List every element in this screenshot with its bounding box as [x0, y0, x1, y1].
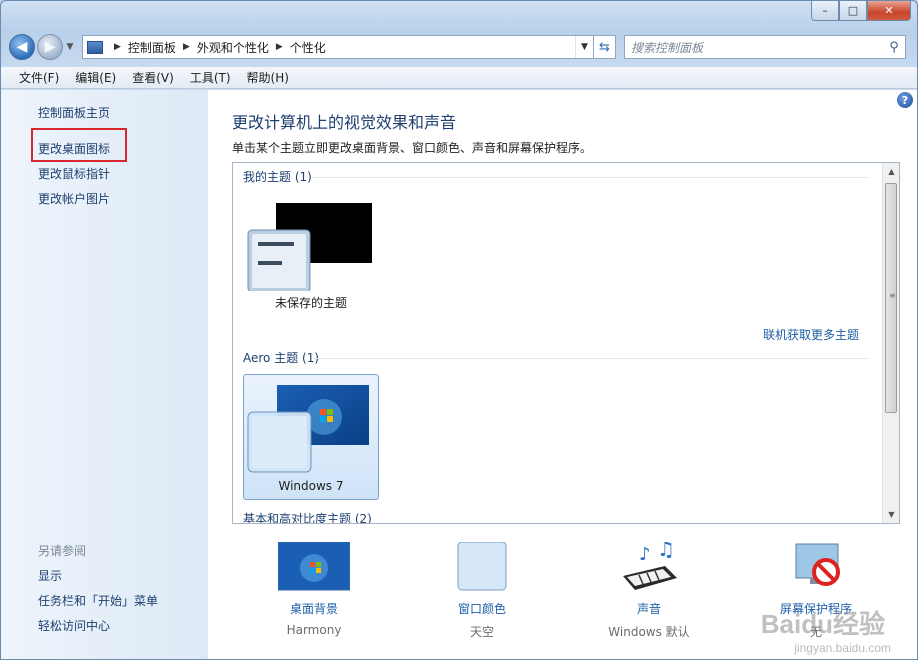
setting-sounds[interactable]: ♪ ♫ 声音 Windows 默认 — [589, 537, 709, 640]
scroll-grip-icon: ≡ — [889, 291, 896, 300]
theme-name: Windows 7 — [278, 479, 344, 493]
navigation-bar: ◀ ▶ ▼ ▶ 控制面板 ▶ 外观和个性化 ▶ 个性化 ▼ ⇆ 搜索控制面板 ⚲ — [9, 31, 909, 63]
breadcrumb-control-panel[interactable]: 控制面板 — [128, 39, 176, 56]
menu-tools[interactable]: 工具(T) — [182, 69, 239, 86]
setting-desktop-background[interactable]: 桌面背景 Harmony — [254, 541, 374, 637]
refresh-button[interactable]: ⇆ — [594, 35, 616, 59]
forward-arrow-icon: ▶ — [44, 39, 56, 55]
group-divider — [313, 358, 869, 359]
breadcrumb-separator-icon[interactable]: ▶ — [276, 42, 283, 52]
maximize-button[interactable]: □ — [839, 1, 867, 21]
setting-window-color[interactable]: 窗口颜色 天空 — [422, 541, 542, 640]
caption-buttons: – □ ✕ — [811, 1, 911, 21]
help-icon[interactable]: ? — [897, 92, 913, 108]
link-change-mouse-pointers[interactable]: 更改鼠标指针 — [38, 165, 110, 182]
close-button[interactable]: ✕ — [867, 1, 911, 21]
breadcrumb-personalization[interactable]: 个性化 — [290, 39, 326, 56]
watermark-url: jingyan.baidu.com — [794, 641, 891, 655]
theme-name: 未保存的主题 — [274, 296, 347, 310]
menu-view[interactable]: 查看(V) — [124, 69, 182, 86]
theme-windows7[interactable]: Windows 7 — [243, 374, 379, 500]
group-my-themes: 我的主题 (1) — [243, 170, 312, 184]
back-arrow-icon: ◀ — [16, 39, 28, 55]
theme-list: 我的主题 (1) 未保存的主题 联机获取更多主题 Aero 主题 (1) Win… — [232, 162, 900, 524]
address-bar[interactable]: ▶ 控制面板 ▶ 外观和个性化 ▶ 个性化 ▼ — [82, 35, 594, 59]
windows7-theme-preview — [247, 385, 369, 473]
refresh-icon: ⇆ — [599, 39, 610, 55]
get-more-themes-link[interactable]: 联机获取更多主题 — [763, 326, 859, 343]
group-aero-themes: Aero 主题 (1) — [243, 351, 320, 365]
link-ease-of-access[interactable]: 轻松访问中心 — [38, 617, 110, 634]
control-panel-icon — [87, 40, 103, 54]
page-description: 单击某个主题立即更改桌面背景、窗口颜色、声音和屏幕保护程序。 — [232, 141, 593, 155]
desktop-background-icon — [277, 541, 351, 594]
breadcrumb-separator-icon[interactable]: ▶ — [114, 42, 121, 52]
setting-label: 窗口颜色 — [457, 602, 506, 616]
sounds-icon: ♪ ♫ — [613, 537, 685, 594]
page-title: 更改计算机上的视觉效果和声音 — [232, 113, 457, 132]
theme-unsaved[interactable]: 未保存的主题 — [243, 191, 379, 317]
watermark-logo: Baidu经验 — [760, 609, 885, 639]
menu-edit[interactable]: 编辑(E) — [67, 69, 124, 86]
svg-text:♪: ♪ — [639, 544, 651, 565]
menu-help[interactable]: 帮助(H) — [239, 69, 297, 86]
group-divider — [313, 177, 869, 178]
scroll-thumb[interactable]: ≡ — [885, 183, 897, 413]
link-taskbar-start-menu[interactable]: 任务栏和「开始」菜单 — [38, 592, 158, 609]
setting-value: Harmony — [286, 623, 342, 637]
minimize-button[interactable]: – — [811, 1, 839, 21]
scroll-down-icon[interactable]: ▼ — [883, 506, 899, 523]
screen-saver-icon — [780, 542, 852, 594]
personalization-window: – □ ✕ ◀ ▶ ▼ ▶ 控制面板 ▶ 外观和个性化 ▶ 个性化 ▼ ⇆ 搜索… — [0, 0, 918, 660]
svg-text:♫: ♫ — [657, 542, 675, 561]
link-display[interactable]: 显示 — [38, 567, 62, 584]
link-change-account-picture[interactable]: 更改帐户图片 — [38, 190, 110, 207]
forward-button[interactable]: ▶ — [37, 34, 63, 60]
window-color-icon — [446, 541, 518, 594]
setting-value: 天空 — [469, 625, 494, 639]
theme-list-scrollbar[interactable]: ▲ ≡ ▼ — [882, 163, 899, 523]
setting-label: 声音 — [636, 602, 661, 616]
setting-label: 桌面背景 — [289, 602, 338, 616]
breadcrumb-separator-icon[interactable]: ▶ — [183, 42, 190, 52]
link-change-desktop-icons[interactable]: 更改桌面图标 — [38, 140, 110, 157]
breadcrumb-appearance[interactable]: 外观和个性化 — [197, 39, 269, 56]
task-pane: 控制面板主页 更改桌面图标 更改鼠标指针 更改帐户图片 另请参阅 显示 任务栏和… — [1, 90, 208, 659]
menu-bar: 文件(F) 编辑(E) 查看(V) 工具(T) 帮助(H) — [1, 67, 917, 89]
recent-pages-dropdown[interactable]: ▼ — [64, 42, 76, 52]
see-also-heading: 另请参阅 — [38, 544, 87, 558]
address-dropdown-icon[interactable]: ▼ — [575, 36, 593, 58]
search-icon[interactable]: ⚲ — [883, 40, 905, 55]
search-placeholder: 搜索控制面板 — [631, 40, 704, 55]
scroll-up-icon[interactable]: ▲ — [883, 163, 899, 180]
back-button[interactable]: ◀ — [9, 34, 35, 60]
group-basic-themes: 基本和高对比度主题 (2) — [243, 512, 372, 524]
setting-value: Windows 默认 — [608, 625, 690, 639]
unsaved-theme-preview — [247, 203, 372, 293]
menu-file[interactable]: 文件(F) — [11, 69, 67, 86]
search-input[interactable]: 搜索控制面板 ⚲ — [624, 35, 906, 59]
link-control-panel-home[interactable]: 控制面板主页 — [38, 104, 110, 121]
content-pane: ? 更改计算机上的视觉效果和声音 单击某个主题立即更改桌面背景、窗口颜色、声音和… — [208, 90, 917, 659]
